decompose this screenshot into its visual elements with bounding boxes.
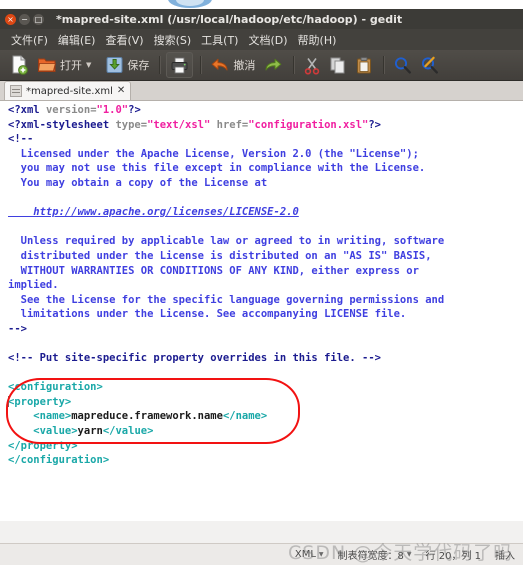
find-button[interactable] [390, 53, 415, 77]
code-line: distributed under the License is distrib… [8, 249, 432, 262]
tab-mapred-site-xml[interactable]: *mapred-site.xml ✕ [4, 81, 132, 100]
code-line: <!-- [8, 133, 34, 146]
file-icon [10, 85, 22, 97]
tab-close-icon[interactable]: ✕ [117, 86, 125, 96]
code-line: limitations under the License. See accom… [8, 308, 407, 321]
menu-documents[interactable]: 文档(D) [243, 30, 292, 50]
close-window-button[interactable]: × [5, 13, 16, 25]
replace-button[interactable] [417, 53, 442, 77]
code-line: You may obtain a copy of the License at [8, 176, 268, 189]
open-file-button[interactable]: 打开 ▼ [34, 53, 100, 77]
csdn-watermark: CSDN @今天学代码了吗 [288, 542, 514, 564]
menu-tools[interactable]: 工具(T) [196, 30, 243, 50]
gedit-window: × − □ *mapred-site.xml (/usr/local/hadoo… [0, 9, 523, 565]
clipboard-paste-icon [357, 56, 372, 73]
undo-button[interactable]: 撤消 [207, 53, 258, 77]
code-line: --> [8, 322, 27, 335]
undo-label: 撤消 [233, 59, 256, 72]
menu-view[interactable]: 查看(V) [100, 30, 148, 50]
window-title: *mapred-site.xml (/usr/local/hadoop/etc/… [56, 12, 403, 26]
menu-edit[interactable]: 编辑(E) [53, 30, 101, 50]
gedit-screenshot: × − □ *mapred-site.xml (/usr/local/hadoo… [0, 0, 523, 565]
title-bar: × − □ *mapred-site.xml (/usr/local/hadoo… [0, 9, 523, 29]
code-line: <name> [8, 410, 72, 423]
license-url-link[interactable]: http://www.apache.org/licenses/LICENSE-2… [8, 206, 299, 218]
code-line: <!-- Put site-specific property override… [8, 352, 381, 365]
code-line: href= [210, 118, 249, 131]
new-document-icon [12, 55, 28, 75]
toolbar-separator-4 [383, 56, 386, 74]
code-line: Licensed under the Apache License, Versi… [8, 147, 419, 160]
code-line: ?> [128, 104, 141, 116]
open-dropdown-caret-icon[interactable]: ▼ [86, 61, 91, 69]
open-label: 打开 [60, 59, 82, 72]
undo-arrow-icon [212, 58, 228, 71]
save-label: 保存 [127, 59, 150, 72]
code-line: version= [45, 104, 97, 116]
new-document-button[interactable] [7, 53, 32, 77]
text-editor-area[interactable]: <?xml version="1.0"?> <?xml-stylesheet t… [0, 101, 523, 521]
close-icon: × [7, 14, 14, 24]
code-line: type= [115, 118, 148, 131]
code-line: See the License for the specific languag… [8, 293, 445, 306]
tab-label: *mapred-site.xml [26, 85, 113, 97]
redo-button[interactable] [260, 53, 286, 77]
maximize-icon: □ [34, 14, 43, 24]
print-button[interactable] [166, 52, 194, 78]
menu-bar: 文件(F) 编辑(E) 查看(V) 搜索(S) 工具(T) 文档(D) 帮助(H… [0, 29, 523, 50]
code-line: "1.0" [96, 104, 129, 116]
scissors-icon [305, 57, 320, 74]
code-line: ?> [368, 118, 381, 131]
code-line: Unless required by applicable law or agr… [8, 235, 445, 248]
search-icon [395, 56, 412, 74]
code-line: "text/xsl" [147, 118, 211, 131]
printer-icon [171, 57, 188, 73]
code-line: </value> [102, 425, 154, 438]
minimize-icon: − [21, 14, 28, 24]
copy-button[interactable] [326, 53, 350, 77]
toolbar-separator-3 [293, 56, 296, 74]
minimize-window-button[interactable]: − [19, 13, 30, 25]
find-replace-icon [422, 56, 439, 74]
code-line: </name> [222, 410, 268, 423]
code-line: <?xml [8, 104, 46, 116]
open-folder-icon [37, 58, 56, 72]
redo-arrow-icon [265, 58, 282, 71]
menu-file[interactable]: 文件(F) [6, 30, 53, 50]
code-line: <?xml-stylesheet [8, 118, 116, 131]
paste-button[interactable] [352, 53, 376, 77]
code-line: WITHOUT WARRANTIES OR CONDITIONS OF ANY … [8, 264, 419, 277]
cut-button[interactable] [300, 53, 324, 77]
xml-source-code[interactable]: <?xml version="1.0"?> <?xml-stylesheet t… [8, 103, 523, 468]
menu-search[interactable]: 搜索(S) [149, 30, 197, 50]
code-line: implied. [8, 279, 59, 292]
code-line: <configuration> [8, 381, 103, 394]
toolbar-separator-1 [159, 56, 162, 74]
save-button[interactable]: 保存 [102, 53, 152, 77]
menu-help[interactable]: 帮助(H) [293, 30, 342, 50]
code-line: you may not use this file except in comp… [8, 162, 426, 175]
code-line: <value> [8, 425, 78, 438]
code-line: </property> [8, 439, 78, 452]
tab-strip: *mapred-site.xml ✕ [0, 81, 523, 101]
toolbar: 打开 ▼ 保存 撤消 [0, 50, 523, 81]
code-line: </configuration> [8, 454, 110, 467]
copy-icon [330, 57, 345, 73]
maximize-window-button[interactable]: □ [33, 13, 44, 25]
code-line: <property> [8, 395, 72, 408]
property-name-value: mapreduce.framework.name [71, 410, 223, 423]
code-line: "configuration.xsl" [248, 118, 369, 131]
toolbar-separator-2 [200, 56, 203, 74]
property-value-value: yarn [77, 425, 103, 438]
save-disk-icon [106, 57, 123, 73]
